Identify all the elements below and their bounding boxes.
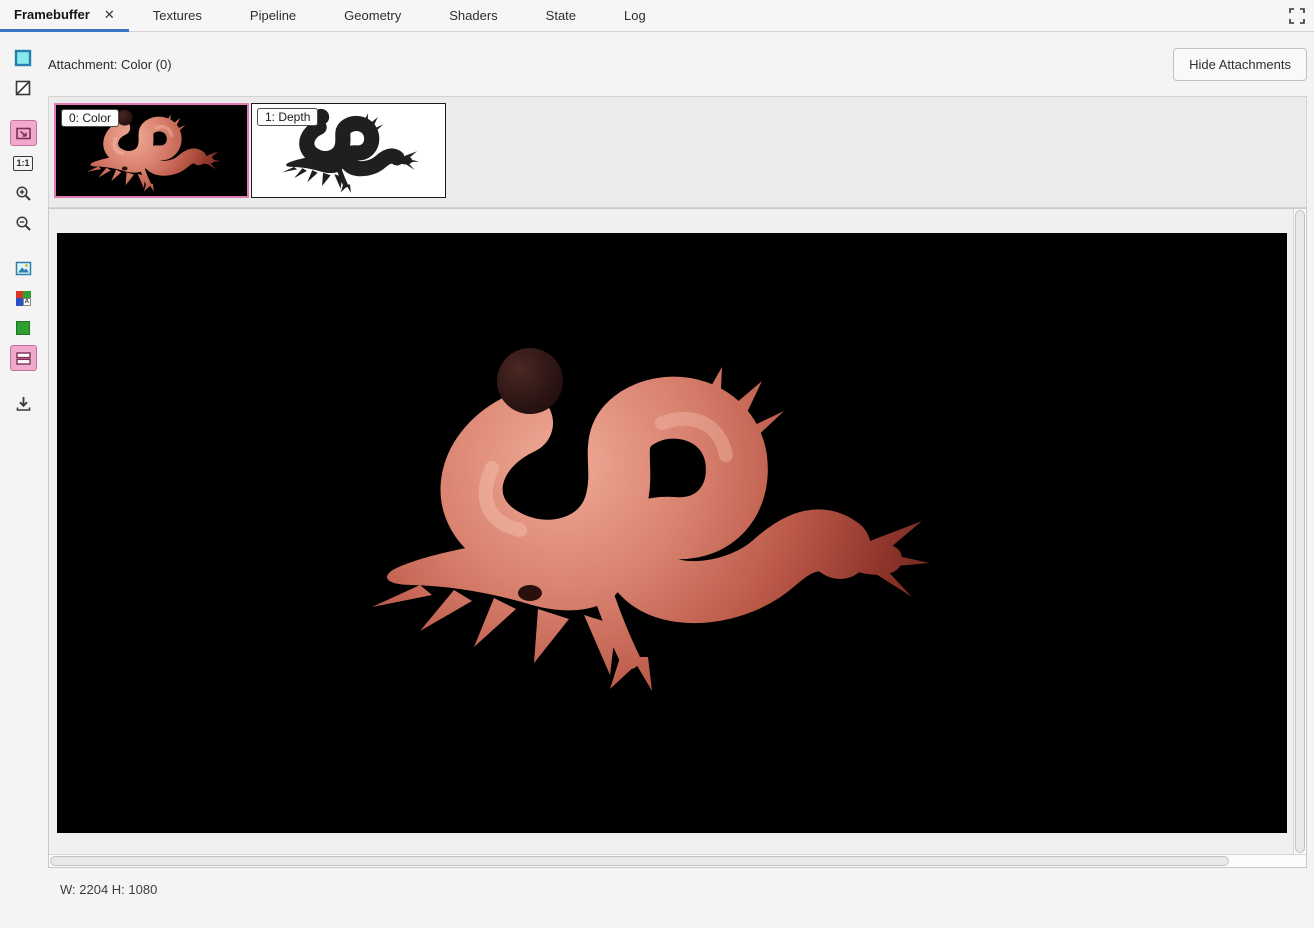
attachments-strip: 0: Color 1: Depth xyxy=(48,96,1307,208)
vertical-scrollbar-thumb[interactable] xyxy=(1295,210,1305,853)
rgba-channels-icon: A xyxy=(16,291,31,306)
status-bar: W: 2204 H: 1080 xyxy=(60,882,1307,897)
green-channel-swatch xyxy=(23,291,31,298)
close-tab-icon[interactable]: ✕ xyxy=(104,8,115,21)
tab-textures-label: Textures xyxy=(153,8,202,23)
framebuffer-image[interactable] xyxy=(57,233,1287,833)
attachment-chip-color: 0: Color xyxy=(61,109,119,127)
zoom-in-button[interactable] xyxy=(10,180,37,206)
zoom-in-icon xyxy=(15,185,32,202)
save-image-icon xyxy=(15,395,32,412)
tab-state-label: State xyxy=(546,8,576,23)
no-background-icon xyxy=(14,79,32,97)
tab-framebuffer[interactable]: Framebuffer ✕ xyxy=(0,0,129,32)
tab-shaders[interactable]: Shaders xyxy=(425,0,521,31)
tab-bar: Framebuffer ✕ Textures Pipeline Geometry… xyxy=(0,0,1314,32)
show-attachments-button[interactable] xyxy=(10,345,37,371)
fit-to-window-button[interactable] xyxy=(10,120,37,146)
attachment-chip-depth: 1: Depth xyxy=(257,108,318,126)
red-channel-swatch xyxy=(16,291,24,298)
hide-attachments-button[interactable]: Hide Attachments xyxy=(1173,48,1307,81)
blue-channel-swatch xyxy=(16,298,24,306)
tab-log-label: Log xyxy=(624,8,646,23)
image-preview-icon xyxy=(15,260,32,277)
tab-geometry-label: Geometry xyxy=(344,8,401,23)
tab-pipeline-label: Pipeline xyxy=(250,8,296,23)
image-preview-button[interactable] xyxy=(10,255,37,281)
tab-pipeline[interactable]: Pipeline xyxy=(226,0,320,31)
fullscreen-icon xyxy=(1289,8,1305,24)
tab-textures[interactable]: Textures xyxy=(129,0,226,31)
tab-geometry[interactable]: Geometry xyxy=(320,0,425,31)
horizontal-scrollbar-thumb[interactable] xyxy=(50,856,1229,866)
attachment-thumb-depth[interactable]: 1: Depth xyxy=(251,103,446,198)
framebuffer-viewer xyxy=(48,208,1307,868)
tab-log[interactable]: Log xyxy=(600,0,670,31)
background-color-swatch-icon xyxy=(14,49,32,67)
attachment-thumb-color[interactable]: 0: Color xyxy=(54,103,249,198)
viewer-toolbar: 1:1 xyxy=(0,32,46,897)
attachment-header: Attachment: Color (0) Hide Attachments xyxy=(46,32,1307,96)
tab-state[interactable]: State xyxy=(522,0,600,31)
framebuffer-panel: Attachment: Color (0) Hide Attachments 0… xyxy=(46,32,1307,897)
actual-size-button[interactable]: 1:1 xyxy=(10,150,37,176)
fullscreen-button[interactable] xyxy=(1289,8,1305,24)
tab-framebuffer-label: Framebuffer xyxy=(14,7,90,22)
content-area: 1:1 xyxy=(0,32,1314,897)
zoom-out-button[interactable] xyxy=(10,210,37,236)
fit-to-window-icon xyxy=(15,125,32,142)
alpha-channel-swatch: A xyxy=(23,298,31,306)
green-channel-icon xyxy=(16,321,30,335)
save-image-button[interactable] xyxy=(10,390,37,416)
no-background-button[interactable] xyxy=(10,75,37,101)
background-color-swatch-button[interactable] xyxy=(10,45,37,71)
zoom-out-icon xyxy=(15,215,32,232)
show-attachments-icon xyxy=(15,350,32,367)
rgba-channels-button[interactable]: A xyxy=(10,285,37,311)
green-channel-button[interactable] xyxy=(10,315,37,341)
tab-shaders-label: Shaders xyxy=(449,8,497,23)
attachment-label: Attachment: Color (0) xyxy=(48,57,172,72)
actual-size-1-1-icon: 1:1 xyxy=(13,156,32,171)
viewer-viewport xyxy=(49,209,1293,854)
image-dimensions-label: W: 2204 H: 1080 xyxy=(60,882,157,897)
vertical-scrollbar[interactable] xyxy=(1293,209,1306,854)
horizontal-scrollbar[interactable] xyxy=(49,854,1306,867)
